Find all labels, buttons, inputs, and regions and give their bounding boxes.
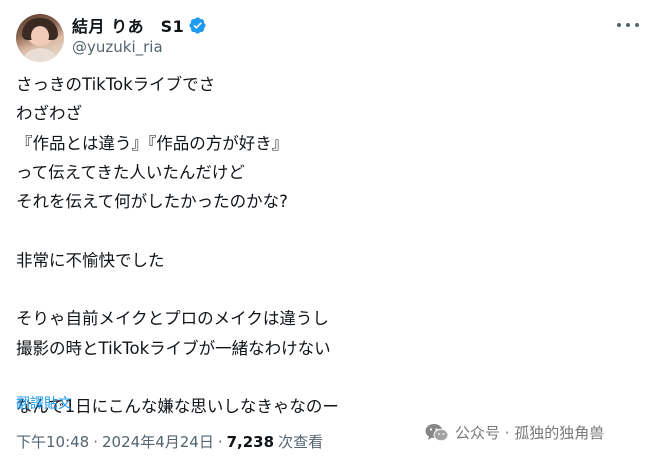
watermark: 公众号 · 孤独的独角兽 bbox=[425, 422, 604, 443]
views-label: 次查看 bbox=[278, 433, 324, 451]
meta-separator: · bbox=[217, 433, 223, 451]
avatar-shoulder bbox=[20, 48, 60, 62]
more-dot bbox=[617, 23, 621, 27]
post-time[interactable]: 下午10:48 bbox=[16, 431, 89, 452]
avatar-face bbox=[31, 26, 49, 46]
tweet-meta: 下午10:48 · 2024年4月24日 · 7,238 次查看 bbox=[16, 431, 323, 452]
verified-badge-icon bbox=[189, 16, 206, 34]
display-name[interactable]: 結月 りあ S1 bbox=[72, 13, 184, 37]
tweet-text: さっきのTikTokライブでさ わざわざ 『作品とは違う』『作品の方が好き』 っ… bbox=[16, 75, 339, 417]
meta-separator: · bbox=[93, 433, 99, 451]
translate-post-link[interactable]: 翻譯貼文 bbox=[16, 393, 72, 413]
watermark-text: 公众号 · 孤独的独角兽 bbox=[455, 424, 605, 442]
author-name-row[interactable]: 結月 りあ S1 bbox=[72, 14, 207, 36]
more-dot bbox=[635, 23, 639, 27]
views-count[interactable]: 7,238 bbox=[227, 433, 274, 451]
wechat-icon bbox=[425, 423, 449, 441]
more-dot bbox=[626, 23, 630, 27]
avatar[interactable] bbox=[16, 14, 64, 62]
post-date[interactable]: 2024年4月24日 bbox=[102, 431, 214, 452]
more-options-icon[interactable] bbox=[617, 18, 639, 32]
author-handle[interactable]: @yuzuki_ria bbox=[72, 38, 163, 56]
